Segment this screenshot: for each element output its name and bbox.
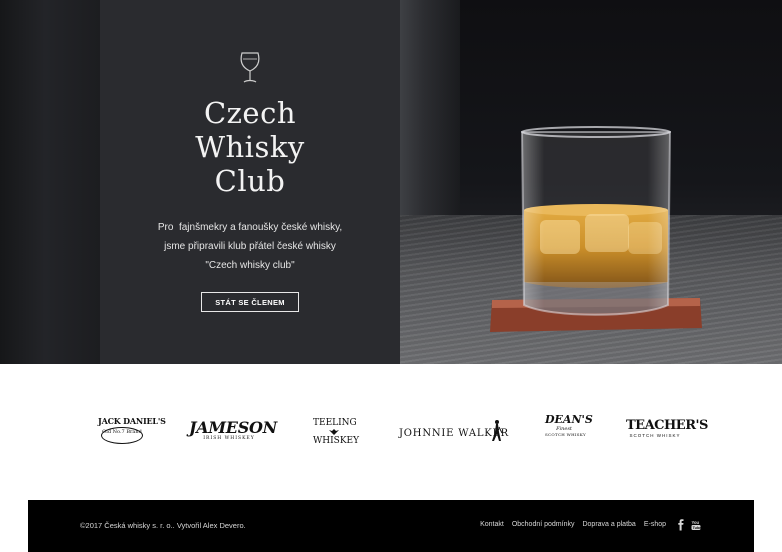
title-line: Whisky <box>195 130 305 164</box>
footer-link-kontakt[interactable]: Kontakt <box>480 521 504 528</box>
footer: ©2017 Česká whisky s. r. o.. Vytvořil Al… <box>28 500 754 552</box>
brand-logo-johnnie-walker[interactable]: JOHNNIE WALKER <box>399 419 508 449</box>
brand-badge: Old No.7 Brand <box>101 427 143 444</box>
join-club-button[interactable]: STÁT SE ČLENEM <box>201 292 299 312</box>
page-title: Czech Whisky Club <box>100 96 400 198</box>
glass-illustration <box>490 126 702 332</box>
youtube-icon[interactable]: You Tube <box>691 519 701 531</box>
brand-name: JAMESON <box>189 418 277 437</box>
brand-name: JACK DANIEL'S <box>98 416 166 426</box>
hero-description: Pro fajnšmekry a fanoušky české whisky, … <box>100 218 400 275</box>
description-line: Pro fajnšmekry a fanoušky české whisky, <box>157 222 343 233</box>
hero-panel: Czech Whisky Club Pro fajnšmekry a fanou… <box>100 0 400 364</box>
brand-name: TEACHER'S <box>626 418 708 433</box>
footer-nav: Kontakt Obchodní podmínky Doprava a plat… <box>480 521 666 528</box>
copyright-text: ©2017 Česká whisky s. r. o.. Vytvořil Al… <box>80 521 246 530</box>
footer-link-eshop[interactable]: E-shop <box>644 521 666 528</box>
brand-logo-teeling[interactable]: TEELING WHISKEY <box>313 418 360 446</box>
badge-text: No.7 <box>112 429 125 435</box>
badge-text: Old <box>102 429 112 435</box>
hero-section: Czech Whisky Club Pro fajnšmekry a fanou… <box>0 0 782 364</box>
brand-name: DEAN'S <box>545 413 593 426</box>
badge-text: Brand <box>126 429 142 435</box>
brand-logo-teachers[interactable]: TEACHER'S SCOTCH WHISKY <box>626 418 708 439</box>
brands-strip: JACK DANIEL'S Old No.7 Brand JAMESON IRI… <box>0 364 782 500</box>
footer-link-terms[interactable]: Obchodní podmínky <box>512 521 575 528</box>
brand-subtitle: WHISKEY <box>313 436 360 446</box>
whisky-glass-photo <box>400 0 782 364</box>
description-line: "Czech whisky club" <box>205 260 295 271</box>
brand-name: TEELING <box>313 418 357 428</box>
facebook-icon[interactable] <box>676 519 686 531</box>
hero-left-strip <box>0 0 100 364</box>
svg-text:Tube: Tube <box>693 526 701 530</box>
brand-subtitle: SCOTCH WHISKY <box>629 433 681 438</box>
brand-logo-jameson[interactable]: JAMESON IRISH WHISKEY <box>189 418 277 441</box>
title-line: Czech <box>203 96 297 130</box>
title-line: Club <box>214 164 286 198</box>
footer-link-shipping[interactable]: Doprava a platba <box>582 521 635 528</box>
description-line: jsme připravili klub přátel české whisky <box>164 241 336 252</box>
svg-text:You: You <box>692 520 700 525</box>
brand-logo-jack-daniels[interactable]: JACK DANIEL'S Old No.7 Brand <box>98 416 166 444</box>
striding-man-icon <box>492 420 503 441</box>
phoenix-icon <box>329 429 339 435</box>
wine-glass-icon <box>240 52 260 83</box>
brand-subtitle: SCOTCH WHISKY <box>545 432 586 437</box>
brand-logo-deans[interactable]: DEAN'S Finest SCOTCH WHISKY <box>545 413 593 438</box>
